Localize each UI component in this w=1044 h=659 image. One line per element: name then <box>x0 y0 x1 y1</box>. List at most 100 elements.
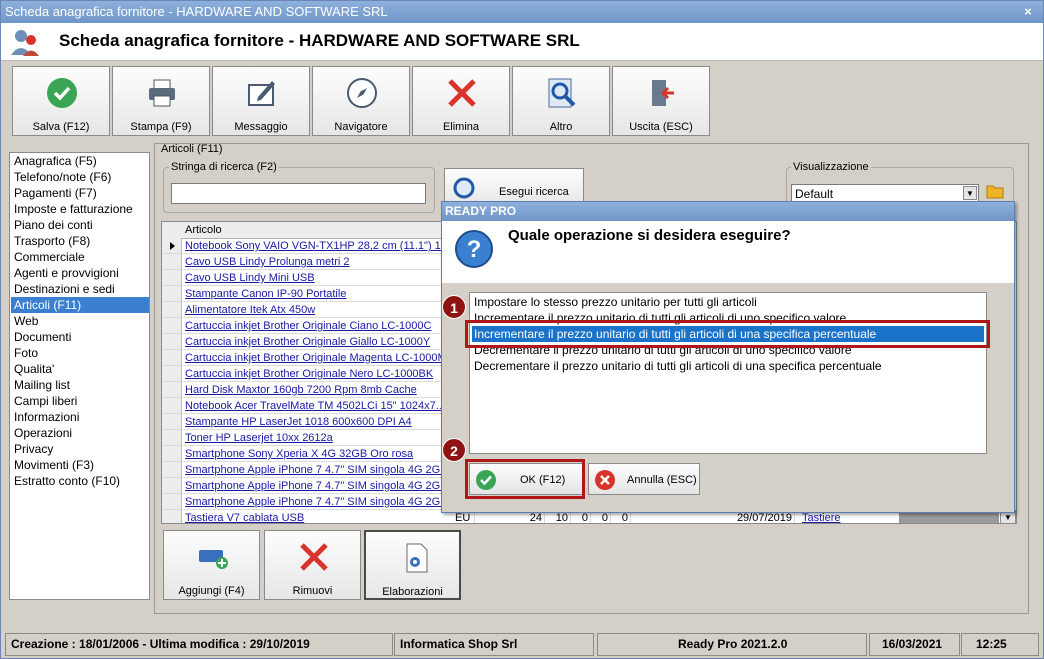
navigator-label: Navigatore <box>334 121 388 133</box>
operation-list[interactable]: Impostare lo stesso prezzo unitario per … <box>469 292 987 454</box>
table-row[interactable]: Alimentatore Itek Atx 450w <box>183 302 445 318</box>
sidebar-item-agenti[interactable]: Agenti e provvigioni <box>11 265 149 281</box>
table-row[interactable]: Notebook Acer TravelMate TM 4502LCi 15" … <box>183 398 445 414</box>
row-indicator[interactable] <box>162 334 182 350</box>
sidebar-item-telefono-note[interactable]: Telefono/note (F6) <box>11 169 149 185</box>
row-indicator[interactable] <box>162 446 182 462</box>
message-label: Messaggio <box>234 121 288 133</box>
row-indicator[interactable] <box>162 302 182 318</box>
window-title: Scheda anagrafica fornitore - HARDWARE A… <box>5 4 388 19</box>
row-indicator[interactable] <box>162 398 182 414</box>
row-indicator[interactable] <box>162 510 182 523</box>
close-icon[interactable]: × <box>1021 1 1035 23</box>
table-row[interactable]: Smartphone Apple iPhone 7 4.7" SIM singo… <box>183 462 445 478</box>
row-indicator[interactable] <box>162 238 182 254</box>
row-indicator[interactable] <box>162 494 182 510</box>
gear-document-icon <box>406 543 428 573</box>
table-row[interactable]: Cartuccia inkjet Brother Originale Ciano… <box>183 318 445 334</box>
other-button[interactable]: Altro <box>512 66 610 136</box>
sidebar-item-operazioni[interactable]: Operazioni <box>11 425 149 441</box>
remove-label: Rimuovi <box>292 585 333 597</box>
check-circle-icon <box>47 78 77 108</box>
row-indicator[interactable] <box>162 478 182 494</box>
sidebar-item-pagamenti[interactable]: Pagamenti (F7) <box>11 185 149 201</box>
table-row[interactable]: Cartuccia inkjet Brother Originale Magen… <box>183 350 445 366</box>
table-row[interactable]: Toner HP Laserjet 10xx 2612a <box>183 430 445 446</box>
remove-x-icon <box>300 543 328 571</box>
table-row[interactable]: Cartuccia inkjet Brother Originale Nero … <box>183 366 445 382</box>
sidebar-item-imposte[interactable]: Imposte e fatturazione <box>11 201 149 217</box>
sidebar-item-qualita[interactable]: Qualita' <box>11 361 149 377</box>
table-row[interactable]: Smartphone Apple iPhone 7 4.7" SIM singo… <box>183 494 445 510</box>
sidebar-item-foto[interactable]: Foto <box>11 345 149 361</box>
table-row[interactable]: Cavo USB Lindy Mini USB <box>183 270 445 286</box>
view-select[interactable]: Default ▼ <box>791 184 979 202</box>
message-button[interactable]: Messaggio <box>212 66 310 136</box>
highlight-ok-button <box>465 459 585 499</box>
sidebar-item-commerciale[interactable]: Commerciale <box>11 249 149 265</box>
other-label: Altro <box>549 121 573 133</box>
table-row[interactable]: Cartuccia inkjet Brother Originale Giall… <box>183 334 445 350</box>
row-indicator[interactable] <box>162 270 182 286</box>
table-row[interactable]: Smartphone Apple iPhone 7 4.7" SIM singo… <box>183 478 445 494</box>
sidebar-item-informazioni[interactable]: Informazioni <box>11 409 149 425</box>
search-document-icon <box>548 78 576 108</box>
sidebar-item-articoli[interactable]: Articoli (F11) <box>11 297 149 313</box>
row-indicator[interactable] <box>162 254 182 270</box>
exit-door-icon <box>652 80 674 106</box>
question-icon: ? <box>455 230 493 268</box>
supplier-window: Scheda anagrafica fornitore - HARDWARE A… <box>0 0 1044 659</box>
table-row[interactable]: Smartphone Sony Xperia X 4G 32GB Oro ros… <box>183 446 445 462</box>
search-label: Stringa di ricerca (F2) <box>169 161 279 173</box>
sidebar-item-destinazioni[interactable]: Destinazioni e sedi <box>11 281 149 297</box>
row-indicator[interactable] <box>162 286 182 302</box>
chevron-down-icon[interactable]: ▼ <box>963 186 977 200</box>
sidebar-item-movimenti[interactable]: Movimenti (F3) <box>11 457 149 473</box>
sidebar-item-piano-conti[interactable]: Piano dei conti <box>11 217 149 233</box>
sidebar-item-documenti[interactable]: Documenti <box>11 329 149 345</box>
folder-icon[interactable] <box>986 183 1004 199</box>
exit-button[interactable]: Uscita (ESC) <box>612 66 710 136</box>
row-indicator[interactable] <box>162 414 182 430</box>
remove-button[interactable]: Rimuovi <box>264 530 361 600</box>
cancel-button[interactable]: Annulla (ESC) <box>588 463 700 495</box>
delete-button[interactable]: Elimina <box>412 66 510 136</box>
sidebar-item-trasporto[interactable]: Trasporto (F8) <box>11 233 149 249</box>
navigator-button[interactable]: Navigatore <box>312 66 410 136</box>
table-row[interactable]: Cavo USB Lindy Prolunga metri 2 <box>183 254 445 270</box>
row-indicator[interactable] <box>162 430 182 446</box>
table-row[interactable]: Tastiera V7 cablata USB <box>183 510 445 523</box>
page-title: Scheda anagrafica fornitore - HARDWARE A… <box>59 31 580 50</box>
print-button[interactable]: Stampa (F9) <box>112 66 210 136</box>
row-indicator[interactable] <box>162 350 182 366</box>
processing-button[interactable]: Elaborazioni <box>364 530 461 600</box>
row-indicator[interactable] <box>162 366 182 382</box>
add-button[interactable]: Aggiungi (F4) <box>163 530 260 600</box>
exit-label: Uscita (ESC) <box>629 121 693 133</box>
delete-x-icon <box>448 79 476 107</box>
table-row[interactable]: Hard Disk Maxtor 160gb 7200 Rpm 8mb Cach… <box>183 382 445 398</box>
articles-panel-title: Articoli (F11) <box>161 143 223 155</box>
list-item[interactable]: Decrementare il prezzo unitario di tutti… <box>472 358 984 374</box>
sidebar-item-anagrafica[interactable]: Anagrafica (F5) <box>11 153 149 169</box>
dialog-title: READY PRO <box>442 202 1014 221</box>
search-input[interactable] <box>171 183 426 204</box>
table-row[interactable]: Stampante HP LaserJet 1018 600x600 DPI A… <box>183 414 445 430</box>
sidebar-item-web[interactable]: Web <box>11 313 149 329</box>
row-indicator[interactable] <box>162 318 182 334</box>
sidebar-item-campi-liberi[interactable]: Campi liberi <box>11 393 149 409</box>
delete-label: Elimina <box>442 121 480 133</box>
list-item[interactable]: Impostare lo stesso prezzo unitario per … <box>472 294 984 310</box>
sidebar-item-estratto-conto[interactable]: Estratto conto (F10) <box>11 473 149 489</box>
row-indicator[interactable] <box>162 382 182 398</box>
row-indicator[interactable] <box>162 462 182 478</box>
sidebar-item-privacy[interactable]: Privacy <box>11 441 149 457</box>
sidebar-item-mailing-list[interactable]: Mailing list <box>11 377 149 393</box>
save-button[interactable]: Salva (F12) <box>12 66 110 136</box>
table-row[interactable]: Notebook Sony VAIO VGN-TX1HP 28,2 cm (11… <box>183 238 445 254</box>
users-icon <box>11 30 39 56</box>
table-row[interactable]: Stampante Canon IP-90 Portatile <box>183 286 445 302</box>
window-titlebar: Scheda anagrafica fornitore - HARDWARE A… <box>1 1 1043 23</box>
grid-column-articolo[interactable]: Articolo <box>185 224 222 236</box>
printer-icon <box>149 79 175 107</box>
